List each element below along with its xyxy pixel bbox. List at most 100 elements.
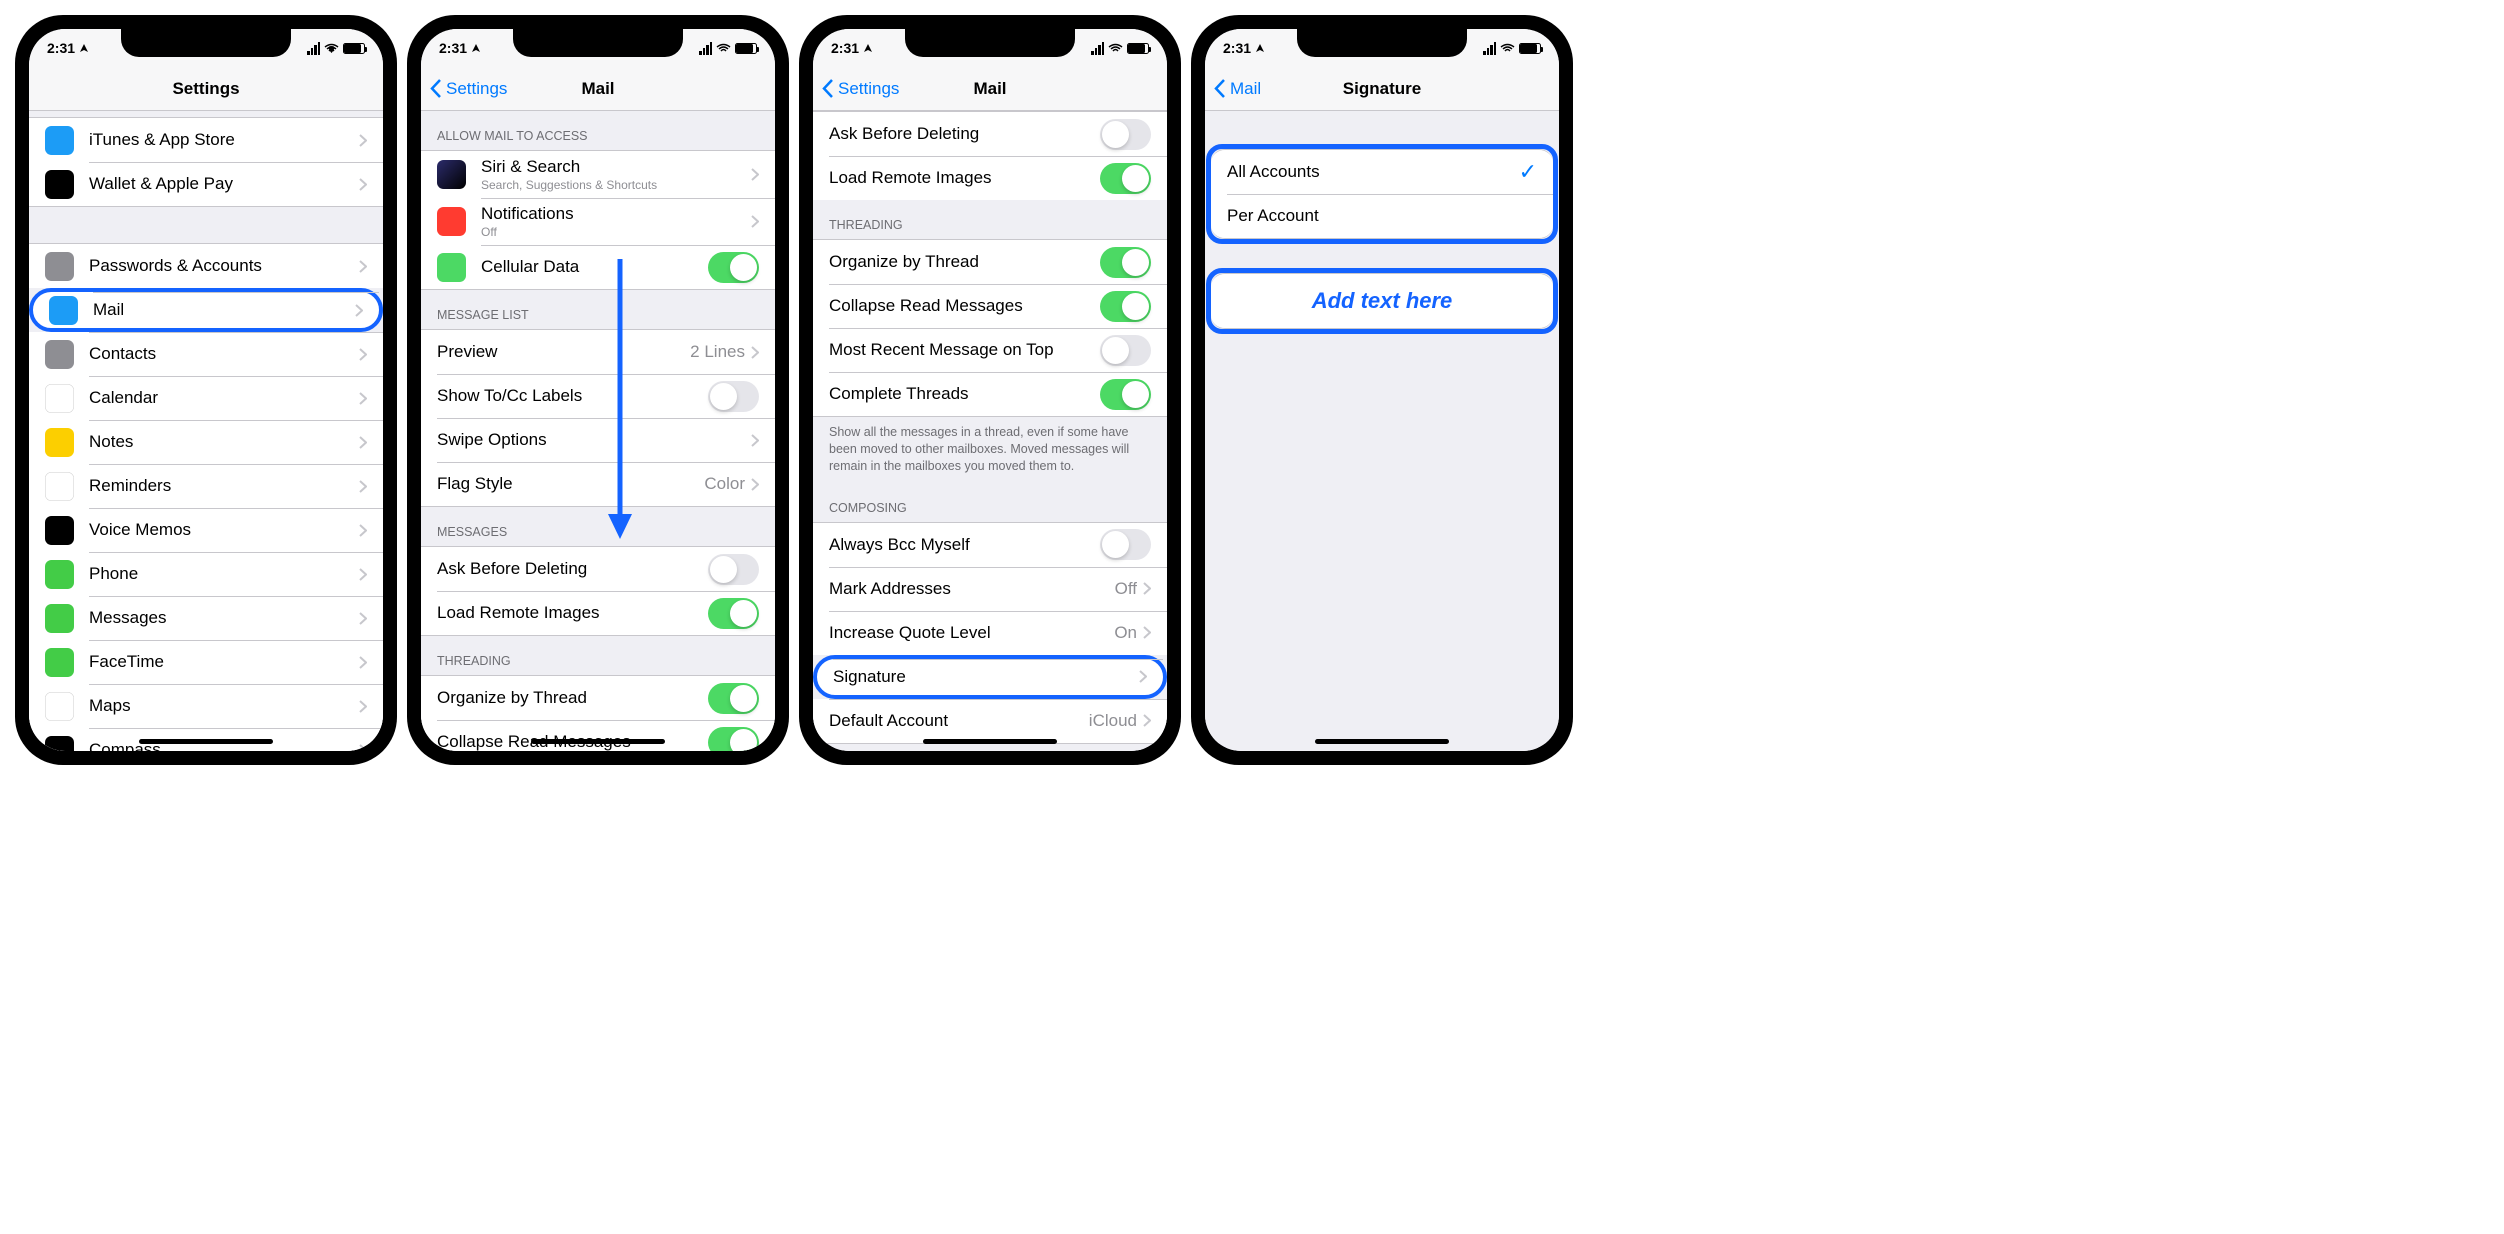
cell-label: Maps <box>89 696 359 716</box>
content[interactable]: iTunes & App Store Wallet & Apple Pay Pa… <box>29 111 383 751</box>
battery-icon <box>735 43 757 54</box>
settings-cell[interactable]: Calendar <box>29 376 383 420</box>
siri-icon <box>437 160 466 189</box>
settings-cell[interactable]: Messages <box>29 596 383 640</box>
settings-cell[interactable]: Organize by Thread <box>813 240 1167 284</box>
settings-cell[interactable]: Show To/Cc Labels <box>421 374 775 418</box>
option-per-account[interactable]: Per Account <box>1211 194 1553 238</box>
home-indicator[interactable] <box>531 739 665 744</box>
cell-label: Complete Threads <box>829 384 1100 404</box>
toggle-switch[interactable] <box>1100 291 1151 322</box>
settings-cell[interactable]: Collapse Read Messages <box>813 284 1167 328</box>
settings-cell[interactable]: iTunes & App Store <box>29 118 383 162</box>
location-icon <box>471 43 481 53</box>
settings-cell[interactable]: Mark AddressesOff <box>813 567 1167 611</box>
settings-cell[interactable]: Preview2 Lines <box>421 330 775 374</box>
cell-label: Mail <box>93 300 355 320</box>
wifi-icon <box>1108 43 1123 54</box>
time: 2:31 <box>831 40 859 56</box>
settings-cell[interactable]: Voice Memos <box>29 508 383 552</box>
settings-cell[interactable]: Ask Before Deleting <box>813 112 1167 156</box>
time: 2:31 <box>439 40 467 56</box>
cell-label: Always Bcc Myself <box>829 535 1100 555</box>
notch <box>513 29 683 57</box>
home-indicator[interactable] <box>139 739 273 744</box>
messages-icon <box>45 604 74 633</box>
settings-cell[interactable]: Contacts <box>29 332 383 376</box>
signal-icon <box>307 42 320 55</box>
cell-label: Ask Before Deleting <box>437 559 708 579</box>
settings-cell[interactable]: Reminders <box>29 464 383 508</box>
settings-cell[interactable]: Load Remote Images <box>421 591 775 635</box>
settings-cell[interactable]: Always Bcc Myself <box>813 523 1167 567</box>
settings-cell[interactable]: Collapse Read Messages <box>421 720 775 751</box>
content[interactable]: Ask Before DeletingLoad Remote ImagesTHR… <box>813 111 1167 751</box>
option-all-accounts[interactable]: All Accounts ✓ <box>1211 150 1553 194</box>
cell-detail: Color <box>704 474 745 494</box>
signature-cell[interactable]: Signature <box>813 655 1167 699</box>
toggle-switch[interactable] <box>1100 247 1151 278</box>
section-header: THREADING <box>813 200 1167 239</box>
section-header: THREADING <box>421 636 775 675</box>
back-button[interactable]: Settings <box>813 78 899 99</box>
siri-cell[interactable]: Siri & SearchSearch, Suggestions & Short… <box>421 151 775 198</box>
toggle-switch[interactable] <box>708 252 759 283</box>
home-indicator[interactable] <box>923 739 1057 744</box>
home-indicator[interactable] <box>1315 739 1449 744</box>
settings-cell[interactable]: Passwords & Accounts <box>29 244 383 288</box>
cell-label: Swipe Options <box>437 430 751 450</box>
settings-cell[interactable]: Maps <box>29 684 383 728</box>
toggle-switch[interactable] <box>708 727 759 752</box>
cell-label: Phone <box>89 564 359 584</box>
section-footer: Show all the messages in a thread, even … <box>813 417 1167 483</box>
settings-cell[interactable]: Complete Threads <box>813 372 1167 416</box>
toggle-switch[interactable] <box>708 598 759 629</box>
toggle-switch[interactable] <box>1100 529 1151 560</box>
settings-cell[interactable]: Load Remote Images <box>813 156 1167 200</box>
settings-cell[interactable]: Organize by Thread <box>421 676 775 720</box>
cell-label: Default Account <box>829 711 1089 731</box>
screen: 2:31 Settings iTunes & App Store Wallet … <box>29 29 383 751</box>
screen: 2:31 Settings Mail Ask Before DeletingLo… <box>813 29 1167 751</box>
settings-cell[interactable]: Swipe Options <box>421 418 775 462</box>
time: 2:31 <box>1223 40 1251 56</box>
cell-label: Calendar <box>89 388 359 408</box>
settings-cell[interactable]: Phone <box>29 552 383 596</box>
wifi-icon <box>324 43 339 54</box>
settings-cell[interactable]: Flag StyleColor <box>421 462 775 506</box>
back-button[interactable]: Mail <box>1205 78 1261 99</box>
wallet-icon <box>45 170 74 199</box>
cellular-cell[interactable]: Cellular Data <box>421 245 775 289</box>
toggle-switch[interactable] <box>708 381 759 412</box>
signature-text-field[interactable]: Add text here <box>1211 274 1553 328</box>
toggle-switch[interactable] <box>1100 163 1151 194</box>
notifications-cell[interactable]: NotificationsOff <box>421 198 775 245</box>
nav-bar: Settings Mail <box>421 67 775 111</box>
cell-label: Notifications <box>481 204 751 224</box>
notifications-icon <box>437 207 466 236</box>
toggle-switch[interactable] <box>708 554 759 585</box>
settings-cell[interactable]: Wallet & Apple Pay <box>29 162 383 206</box>
cell-label: Passwords & Accounts <box>89 256 359 276</box>
settings-cell[interactable]: Most Recent Message on Top <box>813 328 1167 372</box>
signal-icon <box>699 42 712 55</box>
cell-label: FaceTime <box>89 652 359 672</box>
content[interactable]: ALLOW MAIL TO ACCESSSiri & SearchSearch,… <box>421 111 775 751</box>
cell-label: Flag Style <box>437 474 704 494</box>
content[interactable]: All Accounts ✓ Per Account Add text here <box>1205 111 1559 751</box>
phone-mail-scrolled: 2:31 Settings Mail Ask Before DeletingLo… <box>799 15 1181 765</box>
toggle-switch[interactable] <box>1100 335 1151 366</box>
settings-cell[interactable]: Notes <box>29 420 383 464</box>
toggle-switch[interactable] <box>1100 379 1151 410</box>
toggle-switch[interactable] <box>1100 119 1151 150</box>
cell-subtitle: Off <box>481 225 751 239</box>
settings-cell[interactable]: Ask Before Deleting <box>421 547 775 591</box>
toggle-switch[interactable] <box>708 683 759 714</box>
screen: 2:31 Mail Signature All Accounts ✓ Per A… <box>1205 29 1559 751</box>
settings-cell[interactable]: Increase Quote LevelOn <box>813 611 1167 655</box>
settings-cell[interactable]: Default AccountiCloud <box>813 699 1167 743</box>
settings-cell[interactable]: FaceTime <box>29 640 383 684</box>
back-button[interactable]: Settings <box>421 78 507 99</box>
settings-cell[interactable]: Mail <box>29 288 383 332</box>
calendar-icon <box>45 384 74 413</box>
